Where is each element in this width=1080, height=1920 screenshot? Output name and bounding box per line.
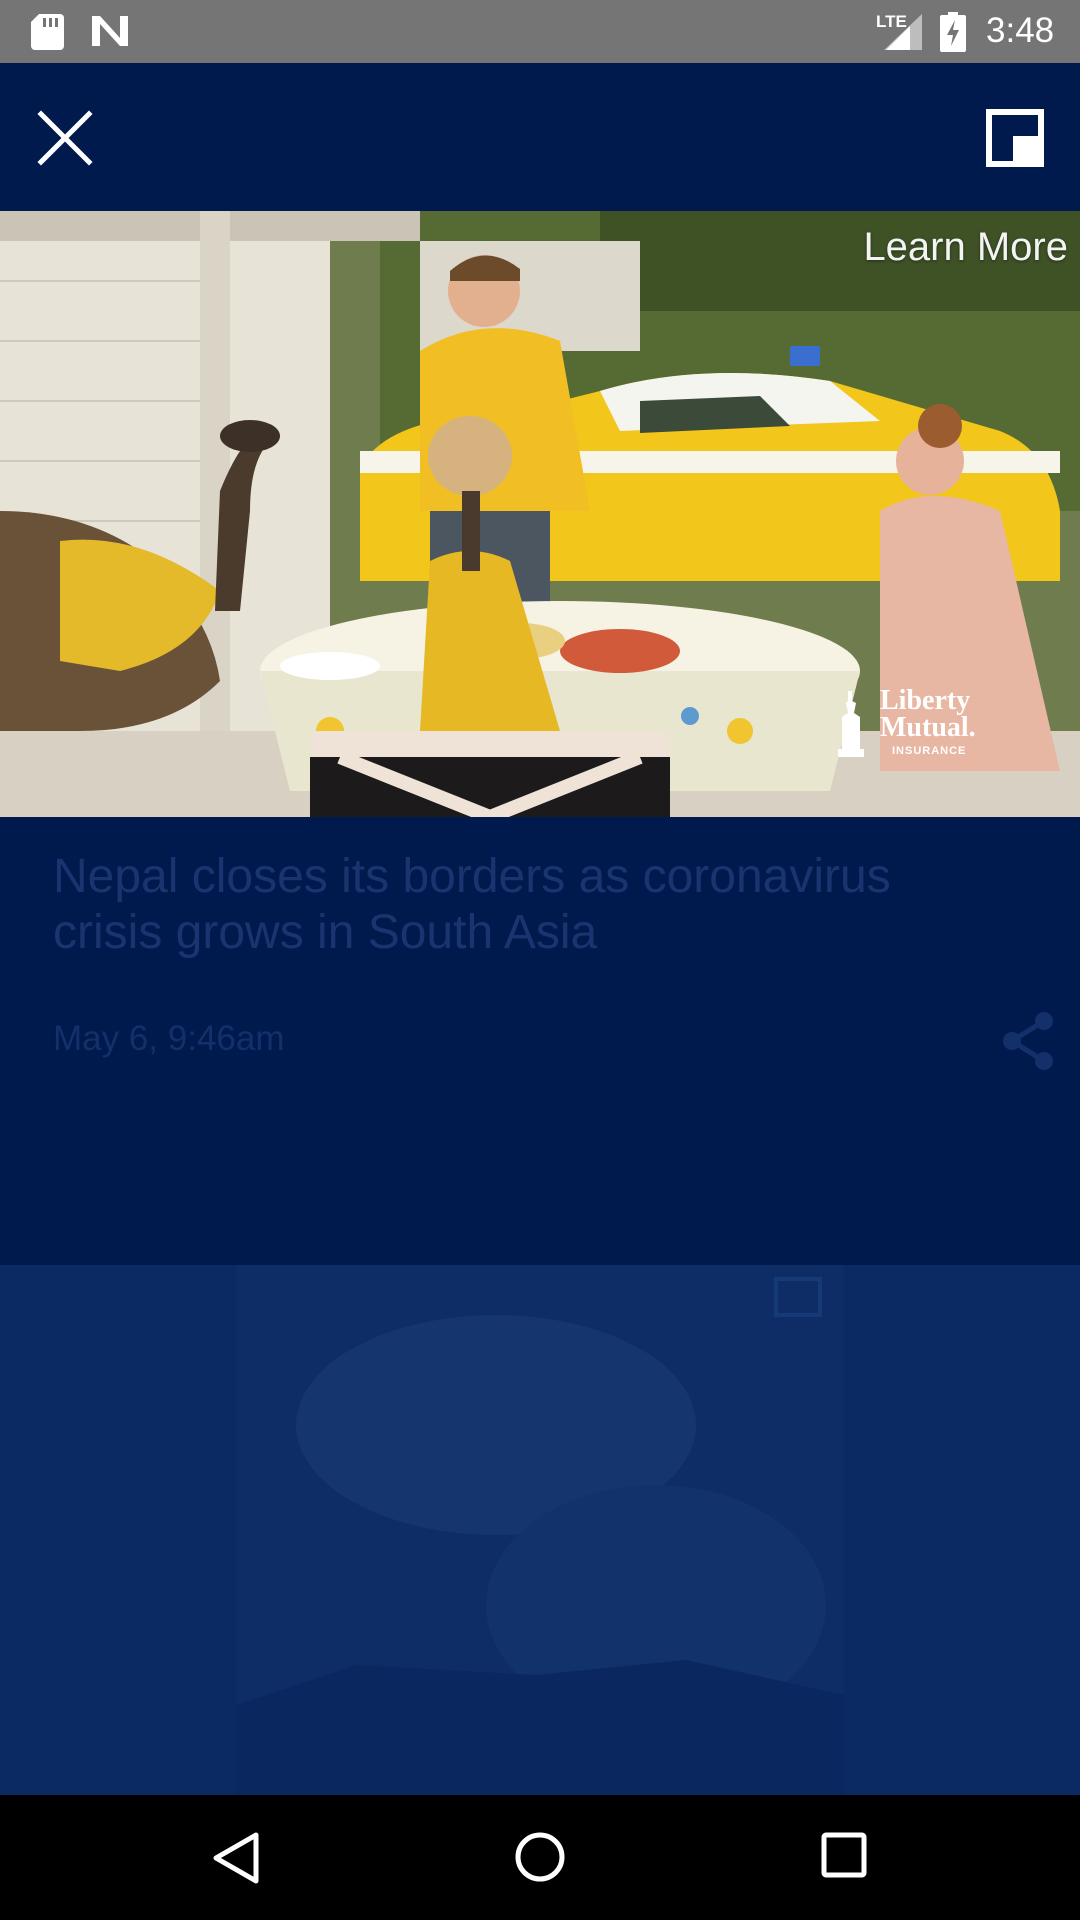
status-bar: LTE 3:48 bbox=[0, 0, 1080, 63]
clock: 3:48 bbox=[986, 11, 1055, 50]
top-toolbar bbox=[0, 63, 1080, 211]
home-icon[interactable] bbox=[514, 1831, 566, 1883]
brand-logo: Liberty Mutual. INSURANCE bbox=[826, 677, 976, 773]
recents-icon[interactable] bbox=[821, 1832, 867, 1878]
battery-charging-icon bbox=[940, 12, 966, 52]
signal-icon bbox=[884, 14, 922, 50]
article-timestamp: May 6, 9:46am bbox=[53, 1019, 285, 1058]
statue-of-liberty-icon bbox=[838, 691, 864, 757]
brand-name: Liberty Mutual. bbox=[880, 685, 976, 743]
story-photo bbox=[236, 1265, 844, 1795]
article-headline[interactable]: Nepal closes its borders as coronavirus … bbox=[53, 849, 1013, 961]
brand-tagline: INSURANCE bbox=[892, 745, 967, 757]
article-panel: Nepal closes its borders as coronavirus … bbox=[0, 817, 1080, 1265]
n-icon bbox=[92, 16, 128, 46]
share-icon[interactable] bbox=[1000, 1011, 1056, 1071]
close-icon[interactable] bbox=[36, 109, 94, 167]
ad-video-player[interactable]: Learn More Liberty Mutual. INSURANCE bbox=[0, 211, 1080, 817]
learn-more-link[interactable]: Learn More bbox=[863, 225, 1068, 270]
system-nav-bar bbox=[0, 1795, 1080, 1920]
next-story-image[interactable] bbox=[0, 1265, 1080, 1795]
sd-card-icon bbox=[31, 14, 64, 50]
picture-in-picture-icon[interactable] bbox=[986, 109, 1044, 167]
back-icon[interactable] bbox=[212, 1831, 260, 1885]
